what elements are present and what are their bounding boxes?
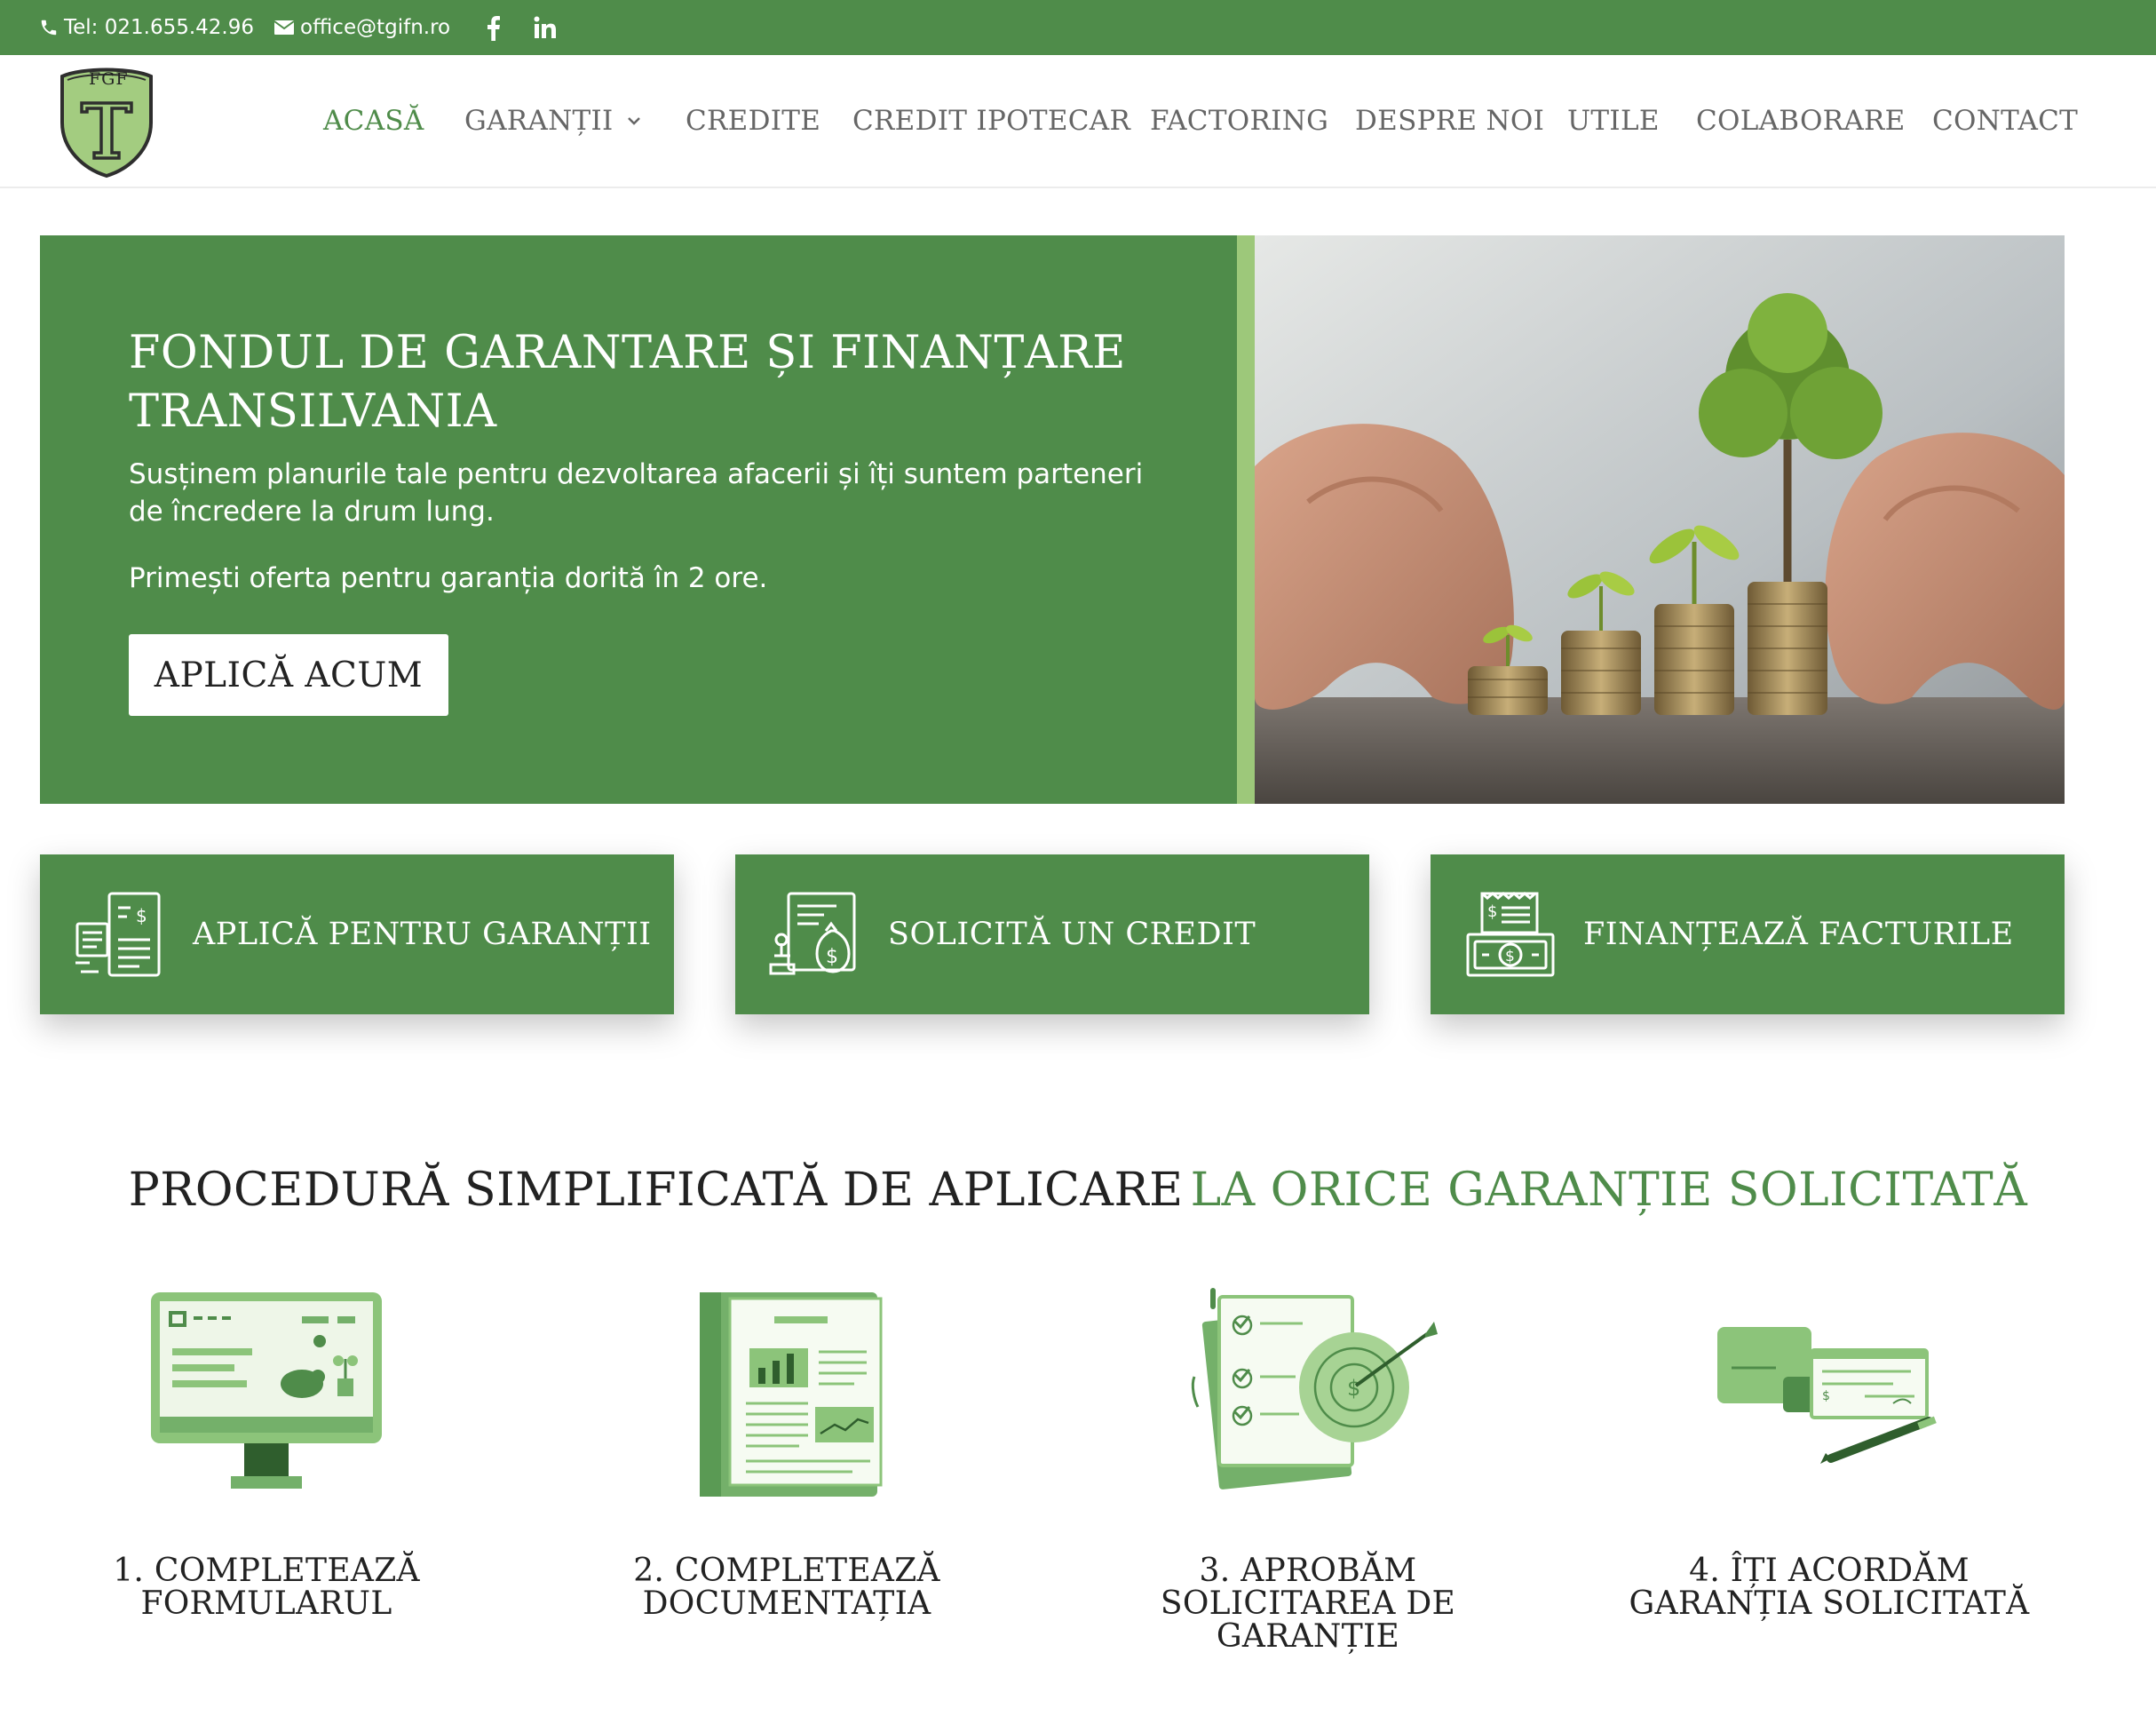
nav-label: COLABORARE	[1696, 105, 1906, 137]
nav-item-factoring[interactable]: FACTORING	[1150, 55, 1328, 187]
apply-guarantees-card[interactable]: $ APLICĂ PENTRU GARANȚII	[40, 854, 674, 1014]
phone-icon	[41, 20, 57, 36]
chevron-down-icon	[627, 117, 640, 125]
svg-text:$: $	[1487, 902, 1497, 921]
nav-item-utile[interactable]: UTILE	[1567, 55, 1660, 187]
nav-item-credite[interactable]: CREDITE	[686, 55, 820, 187]
section-title-green: LA ORICE GARANȚIE SOLICITATĂ	[1190, 1164, 2028, 1217]
nav-label: GARANȚII	[464, 105, 614, 137]
facebook-icon	[487, 16, 500, 41]
documents-illustration	[700, 1292, 883, 1497]
svg-text:$: $	[136, 905, 147, 926]
section-title-dark: PROCEDURĂ SIMPLIFICATĂ DE APLICARE	[128, 1164, 1184, 1217]
nav-label: ACASĂ	[323, 105, 424, 137]
main-navigation: ACASĂ GARANȚII CREDITE CREDIT IPOTECAR F…	[0, 55, 2156, 187]
email-link[interactable]: office@tgifn.ro	[273, 0, 450, 55]
svg-text:$: $	[1505, 948, 1515, 965]
phone-link[interactable]: Tel: 021.655.42.96	[39, 0, 254, 55]
step-label: 2. COMPLETEAZĂ DOCUMENTAȚIA	[633, 1553, 940, 1622]
apply-now-button[interactable]: APLICĂ ACUM	[129, 634, 448, 716]
credit-stamp-icon: $	[769, 892, 856, 975]
svg-text:$: $	[826, 946, 838, 968]
guarantee-document-icon: $	[75, 892, 161, 977]
nav-item-contact[interactable]: CONTACT	[1932, 55, 2078, 187]
step-label: 4. ÎȚI ACORDĂM GARANȚIA SOLICITATĂ	[1629, 1553, 2030, 1622]
nav-item-colaborare[interactable]: COLABORARE	[1696, 55, 1906, 187]
envelope-icon	[273, 20, 295, 35]
nav-label: CREDIT IPOTECAR	[852, 105, 1131, 137]
top-contact-bar: Tel: 021.655.42.96 office@tgifn.ro	[0, 0, 2156, 55]
hero-accent-stripe	[1237, 235, 1255, 804]
hero-title: FONDUL DE GARANTARE ȘI FINANȚARE TRANSIL…	[129, 327, 1126, 438]
nav-label: DESPRE NOI	[1355, 105, 1545, 137]
nav-label: UTILE	[1567, 105, 1660, 137]
nav-label: CONTACT	[1932, 105, 2079, 137]
linkedin-link[interactable]	[533, 0, 563, 55]
nav-label: FACTORING	[1150, 105, 1329, 137]
nav-item-credit-ipotecar[interactable]: CREDIT IPOTECAR	[852, 55, 1130, 187]
hero-panel: FONDUL DE GARANTARE ȘI FINANȚARE TRANSIL…	[40, 235, 1237, 804]
procedure-section-title: PROCEDURĂ SIMPLIFICATĂ DE APLICARE LA ORI…	[0, 1164, 2156, 1217]
card-label: SOLICITĂ UN CREDIT	[888, 917, 1256, 952]
guarantee-check-illustration: $	[1717, 1327, 1937, 1464]
facebook-link[interactable]	[485, 0, 506, 55]
card-label: APLICĂ PENTRU GARANȚII	[193, 917, 652, 952]
nav-label: CREDITE	[686, 105, 821, 137]
linkedin-icon	[534, 16, 556, 38]
hero-image	[1255, 235, 2065, 804]
hands-coins-plants-illustration	[1255, 235, 2065, 804]
request-credit-card[interactable]: $ SOLICITĂ UN CREDIT	[735, 854, 1369, 1014]
step-label: 1. COMPLETEAZĂ FORMULARUL	[113, 1553, 420, 1622]
nav-item-acasa[interactable]: ACASĂ	[323, 55, 424, 187]
phone-text: Tel: 021.655.42.96	[64, 16, 255, 39]
svg-text:$: $	[1347, 1376, 1360, 1401]
step-label: 3. APROBĂM SOLICITAREA DE GARANȚIE	[1160, 1553, 1456, 1655]
email-text: office@tgifn.ro	[300, 16, 451, 39]
computer-form-illustration	[151, 1292, 382, 1489]
card-label: FINANȚEAZĂ FACTURILE	[1583, 917, 2014, 952]
approval-target-illustration: $	[1191, 1288, 1438, 1490]
site-header: FGF ACASĂ GARANȚII CREDITE CREDIT IPOTEC…	[0, 55, 2156, 188]
nav-item-garantii[interactable]: GARANȚII	[464, 55, 642, 187]
hero-offer-text: Primești oferta pentru garanția dorită î…	[129, 562, 768, 594]
invoice-money-icon: $ $	[1466, 892, 1555, 977]
svg-text:$: $	[1822, 1389, 1830, 1403]
nav-item-despre-noi[interactable]: DESPRE NOI	[1355, 55, 1544, 187]
hero-description: Susținem planurile tale pentru dezvoltar…	[129, 458, 1144, 528]
finance-invoices-card[interactable]: $ $ FINANȚEAZĂ FACTURILE	[1431, 854, 2065, 1014]
